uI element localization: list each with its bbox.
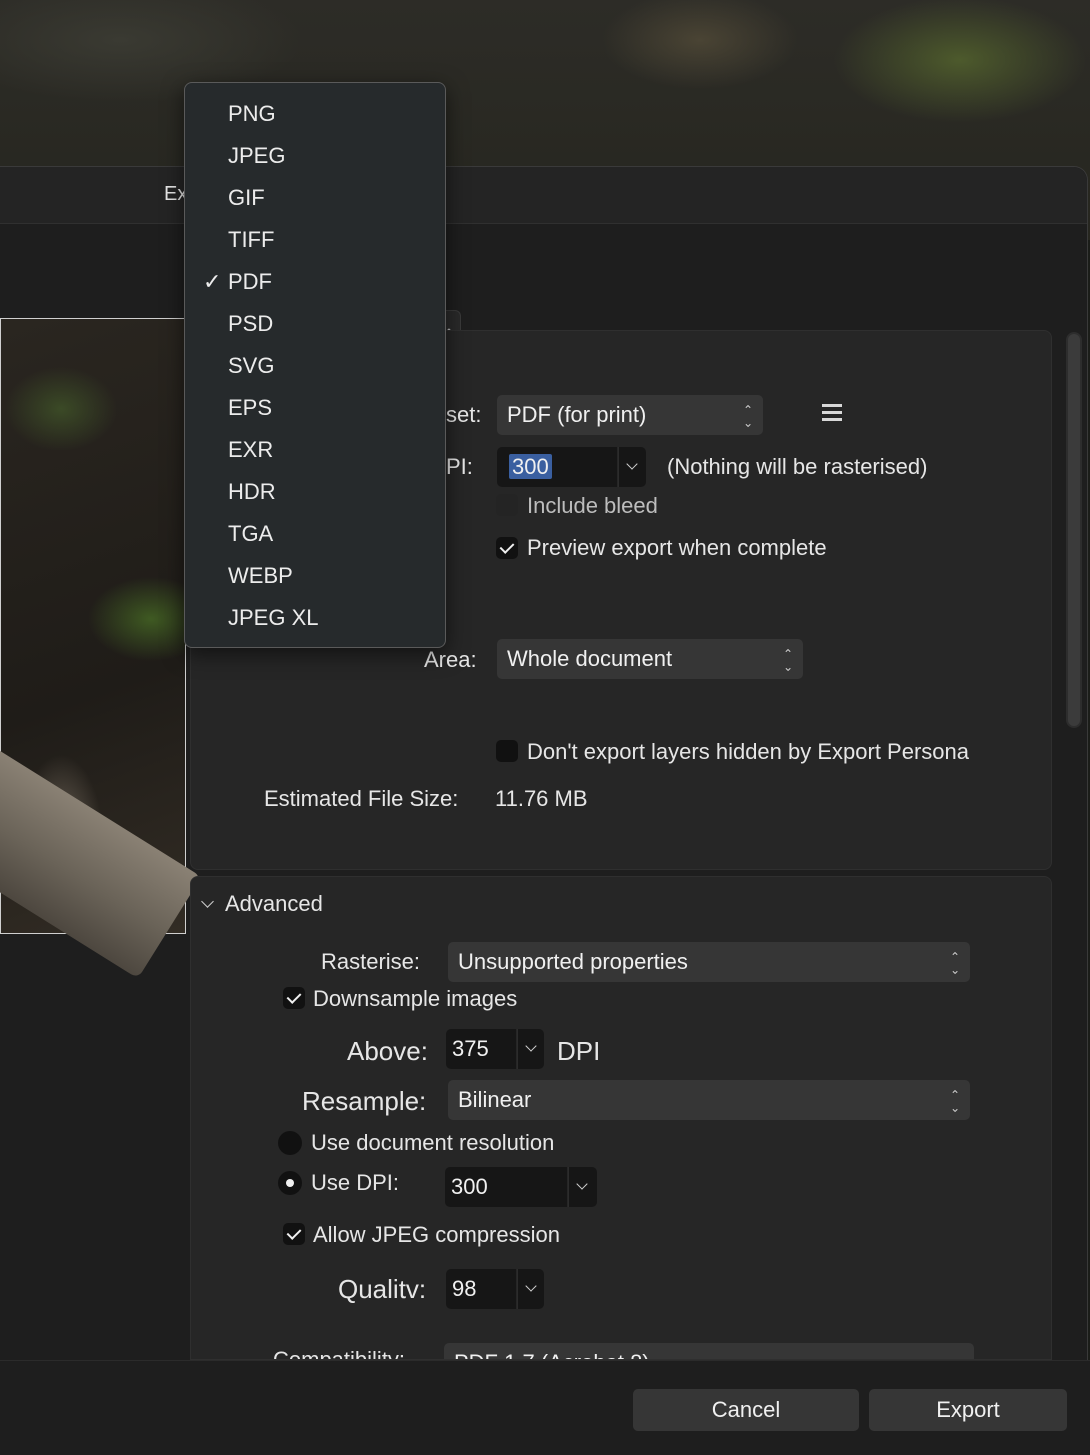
format-bar: ⌃	[0, 224, 1087, 358]
chevron-down-icon	[626, 458, 638, 470]
quality-input[interactable]: 98	[446, 1269, 516, 1309]
format-menu-item-webp[interactable]: WEBP	[185, 555, 445, 597]
chevron-down-icon	[525, 1280, 537, 1292]
use-dpi-radio[interactable]	[278, 1171, 302, 1195]
preset-label: set:	[446, 402, 482, 427]
above-combo[interactable]: 375	[446, 1029, 544, 1069]
format-menu-item-jpeg[interactable]: JPEG	[185, 135, 445, 177]
format-menu: PNG JPEG GIF TIFF ✓ PDF PSD SVG EPS EXR H…	[184, 82, 446, 648]
dpi-combo[interactable]: 300	[497, 447, 649, 487]
advanced-header[interactable]: Advanced	[225, 891, 323, 917]
above-input-value: 375	[452, 1036, 489, 1061]
area-select-value: Whole document	[507, 646, 673, 671]
hidden-layers-checkbox[interactable]	[496, 740, 518, 762]
chevron-down-icon	[576, 1178, 588, 1190]
compatibility-label: Compatibility:	[273, 1347, 406, 1360]
settings-scrollbar[interactable]	[1066, 332, 1082, 728]
downsample-label[interactable]: Downsample images	[313, 986, 517, 1012]
check-icon: ✓	[203, 269, 222, 294]
allow-jpeg-label[interactable]: Allow JPEG compression	[313, 1222, 560, 1248]
estimated-size-value: 11.76 MB	[495, 786, 588, 811]
dpi-input-value: 300	[509, 454, 552, 479]
format-menu-item-psd[interactable]: PSD	[185, 303, 445, 345]
updown-chevron-icon: ⌃ ⌃	[949, 950, 960, 976]
scrollbar-thumb[interactable]	[1068, 334, 1080, 726]
rasterise-label: Rasterise:	[321, 949, 421, 974]
preview-export-label[interactable]: Preview export when complete	[527, 535, 827, 561]
updown-chevron-icon: ⌃ ⌃	[742, 403, 753, 429]
use-dpi-combo[interactable]: 300	[445, 1167, 597, 1207]
updown-chevron-icon: ⌃ ⌃	[949, 1088, 960, 1114]
rasterise-select-value: Unsupported properties	[458, 949, 688, 974]
advanced-panel: Advanced Rasterise: Unsupported properti…	[190, 876, 1052, 1360]
quality-combo[interactable]: 98	[446, 1269, 544, 1309]
chevron-down-icon	[525, 1040, 537, 1052]
dpi-input[interactable]: 300	[497, 447, 617, 487]
quality-label: Qualitv:	[338, 1274, 427, 1304]
allow-jpeg-checkbox[interactable]	[283, 1223, 305, 1245]
area-label: Area:	[424, 647, 477, 672]
advanced-chevron-icon[interactable]	[201, 895, 214, 908]
rasterise-select[interactable]: Unsupported properties ⌃ ⌃	[448, 942, 970, 982]
format-menu-item-exr[interactable]: EXR	[185, 429, 445, 471]
preview-export-checkbox[interactable]	[496, 537, 518, 559]
format-menu-item-tga[interactable]: TGA	[185, 513, 445, 555]
dpi-note: (Nothing will be rasterised)	[667, 454, 928, 479]
cancel-button[interactable]: Cancel	[633, 1389, 859, 1431]
use-doc-res-label[interactable]: Use document resolution	[311, 1130, 554, 1156]
format-menu-item-jpeg-xl[interactable]: JPEG XL	[185, 597, 445, 639]
use-dpi-input-value: 300	[451, 1174, 488, 1199]
resample-select-value: Bilinear	[458, 1087, 532, 1112]
export-button[interactable]: Export	[869, 1389, 1067, 1431]
area-select[interactable]: Whole document ⌃ ⌃	[497, 639, 803, 679]
preset-select-value: PDF (for print)	[507, 402, 647, 427]
compatibility-select-value: PDF 1.7 (Acrobat 8)	[454, 1350, 650, 1359]
include-bleed-label: Include bleed	[527, 493, 658, 518]
resample-select[interactable]: Bilinear ⌃ ⌃	[448, 1080, 970, 1120]
format-menu-item-tiff[interactable]: TIFF	[185, 219, 445, 261]
format-menu-item-svg[interactable]: SVG	[185, 345, 445, 387]
format-menu-item-gif[interactable]: GIF	[185, 177, 445, 219]
preview-thumbnail	[0, 318, 202, 979]
dpi-dropdown-button[interactable]	[618, 447, 646, 487]
use-dpi-input[interactable]: 300	[445, 1167, 567, 1207]
format-menu-item-pdf[interactable]: ✓ PDF	[185, 261, 445, 303]
above-dropdown-button[interactable]	[517, 1029, 544, 1069]
dpi-label: PI:	[446, 454, 473, 479]
preset-select[interactable]: PDF (for print) ⌃ ⌃	[497, 395, 763, 435]
use-dpi-label[interactable]: Use DPI:	[311, 1170, 399, 1196]
dialog-titlebar: Ex	[0, 167, 1087, 224]
estimated-size-label: Estimated File Size:	[264, 786, 459, 811]
above-label: Above:	[347, 1036, 428, 1066]
format-menu-item-png[interactable]: PNG	[185, 93, 445, 135]
dialog-footer: Cancel Export	[0, 1360, 1090, 1455]
above-input[interactable]: 375	[446, 1029, 516, 1069]
quality-input-value: 98	[452, 1276, 477, 1301]
use-dpi-dropdown-button[interactable]	[568, 1167, 597, 1207]
updown-chevron-icon: ⌃ ⌃	[782, 647, 793, 673]
format-menu-item-hdr[interactable]: HDR	[185, 471, 445, 513]
format-menu-item-eps[interactable]: EPS	[185, 387, 445, 429]
resample-label: Resample:	[302, 1086, 427, 1116]
include-bleed-checkbox[interactable]	[496, 494, 518, 516]
preset-menu-icon[interactable]	[822, 404, 842, 424]
hidden-layers-label[interactable]: Don't export layers hidden by Export Per…	[527, 739, 969, 765]
downsample-checkbox[interactable]	[283, 987, 305, 1009]
above-unit: DPI	[557, 1036, 601, 1066]
quality-dropdown-button[interactable]	[517, 1269, 544, 1309]
compatibility-select[interactable]: PDF 1.7 (Acrobat 8)	[444, 1343, 974, 1359]
use-doc-res-radio[interactable]	[278, 1131, 302, 1155]
